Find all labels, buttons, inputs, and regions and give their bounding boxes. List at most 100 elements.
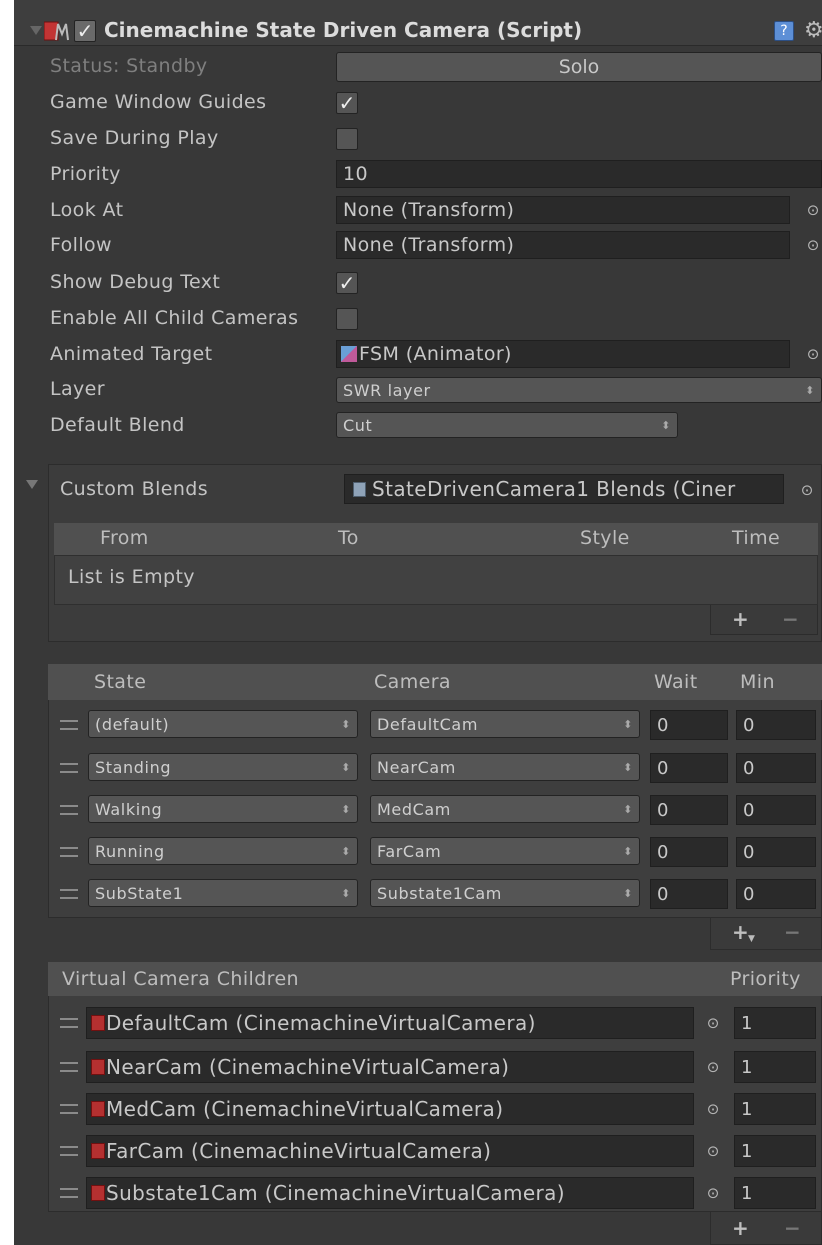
help-book-icon[interactable]: ?	[774, 21, 794, 41]
game-window-guides-checkbox[interactable]: ✓	[336, 92, 358, 114]
child-camera-picker-icon[interactable]: ⊙	[704, 1058, 722, 1076]
child-priority-input[interactable]: 1	[734, 1177, 816, 1209]
camera-dropdown[interactable]: NearCam ⬍	[370, 753, 640, 781]
look-at-picker-icon[interactable]: ⊙	[804, 201, 822, 219]
children-remove-button[interactable]: −	[784, 1216, 801, 1240]
wait-input[interactable]: 0	[650, 879, 728, 909]
wait-input[interactable]: 0	[650, 837, 728, 867]
child-priority-value: 1	[741, 1098, 753, 1120]
child-camera-picker-icon[interactable]: ⊙	[704, 1142, 722, 1160]
col-state: State	[94, 671, 147, 693]
children-footer	[710, 1212, 822, 1245]
child-camera-row: DefaultCam (CinemachineVirtualCamera) ⊙ …	[48, 1005, 822, 1041]
child-camera-row: MedCam (CinemachineVirtualCamera) ⊙ 1	[48, 1091, 822, 1127]
col-min: Min	[740, 671, 775, 693]
state-dropdown[interactable]: SubState1 ⬍	[88, 879, 358, 907]
dropdown-arrows-icon: ⬍	[623, 760, 633, 774]
child-priority-input[interactable]: 1	[734, 1051, 816, 1083]
state-value: Walking	[95, 799, 163, 819]
child-priority-value: 1	[741, 1056, 753, 1078]
state-value: Standing	[95, 757, 172, 777]
drag-handle-icon[interactable]	[60, 1104, 78, 1114]
child-camera-field[interactable]: DefaultCam (CinemachineVirtualCamera)	[86, 1007, 694, 1039]
drag-handle-icon[interactable]	[60, 1188, 78, 1198]
instructions-footer	[710, 918, 822, 950]
child-priority-input[interactable]: 1	[734, 1135, 816, 1167]
wait-input[interactable]: 0	[650, 753, 728, 783]
child-priority-input[interactable]: 1	[734, 1007, 816, 1039]
col-time: Time	[732, 527, 781, 549]
show-debug-text-label: Show Debug Text	[50, 271, 221, 293]
child-camera-picker-icon[interactable]: ⊙	[704, 1184, 722, 1202]
camera-dropdown[interactable]: FarCam ⬍	[370, 837, 640, 865]
child-camera-field[interactable]: NearCam (CinemachineVirtualCamera)	[86, 1051, 694, 1083]
dropdown-arrows-icon: ⬍	[623, 717, 633, 731]
save-during-play-checkbox[interactable]	[336, 128, 358, 150]
drag-handle-icon[interactable]	[60, 805, 78, 815]
camera-dropdown[interactable]: DefaultCam ⬍	[370, 710, 640, 738]
priority-input[interactable]: 10	[336, 160, 822, 188]
instructions-remove-button[interactable]: −	[784, 920, 801, 944]
gear-icon[interactable]: ⚙	[804, 18, 822, 43]
show-debug-text-checkbox[interactable]: ✓	[336, 272, 358, 294]
animated-target-picker-icon[interactable]: ⊙	[804, 345, 822, 363]
component-enabled-checkbox[interactable]: ✓	[74, 20, 96, 42]
look-at-field[interactable]: None (Transform)	[336, 196, 790, 224]
custom-blends-asset-field[interactable]: StateDrivenCamera1 Blends (Ciner	[344, 474, 784, 504]
drag-handle-icon[interactable]	[60, 847, 78, 857]
min-input[interactable]: 0	[736, 879, 816, 909]
drag-handle-icon[interactable]	[60, 889, 78, 899]
wait-value: 0	[657, 841, 669, 863]
blends-remove-button[interactable]: −	[782, 607, 799, 631]
dropdown-arrows-icon: ⬍	[341, 886, 351, 900]
min-input[interactable]: 0	[736, 710, 816, 740]
dropdown-arrows-icon: ⬍	[623, 886, 633, 900]
min-input[interactable]: 0	[736, 753, 816, 783]
wait-value: 0	[657, 757, 669, 779]
cinemachine-icon	[91, 1143, 105, 1159]
child-camera-picker-icon[interactable]: ⊙	[704, 1100, 722, 1118]
enable-all-child-cameras-checkbox[interactable]	[336, 308, 358, 330]
drag-handle-icon[interactable]	[60, 763, 78, 773]
dropdown-arrows-icon: ⬍	[661, 418, 671, 432]
follow-picker-icon[interactable]: ⊙	[804, 236, 822, 254]
default-blend-dropdown[interactable]: Cut ⬍	[336, 412, 678, 438]
state-dropdown[interactable]: (default) ⬍	[88, 710, 358, 738]
min-input[interactable]: 0	[736, 795, 816, 825]
default-blend-label: Default Blend	[50, 414, 185, 436]
state-dropdown[interactable]: Running ⬍	[88, 837, 358, 865]
drag-handle-icon[interactable]	[60, 1146, 78, 1156]
child-camera-field[interactable]: FarCam (CinemachineVirtualCamera)	[86, 1135, 694, 1167]
dropdown-arrows-icon: ⬍	[623, 844, 633, 858]
min-input[interactable]: 0	[736, 837, 816, 867]
animated-target-field[interactable]: FSM (Animator)	[336, 340, 790, 368]
foldout-triangle-icon[interactable]	[30, 26, 42, 35]
child-camera-name: Substate1Cam (CinemachineVirtualCamera)	[106, 1181, 566, 1205]
custom-blends-picker-icon[interactable]: ⊙	[798, 481, 816, 499]
layer-dropdown[interactable]: SWR layer ⬍	[336, 377, 822, 403]
solo-button[interactable]: Solo	[336, 52, 822, 82]
min-value: 0	[743, 799, 755, 821]
child-camera-picker-icon[interactable]: ⊙	[704, 1014, 722, 1032]
wait-input[interactable]: 0	[650, 795, 728, 825]
drag-handle-icon[interactable]	[60, 1018, 78, 1028]
wait-input[interactable]: 0	[650, 710, 728, 740]
state-dropdown[interactable]: Walking ⬍	[88, 795, 358, 823]
camera-dropdown[interactable]: Substate1Cam ⬍	[370, 879, 640, 907]
drag-handle-icon[interactable]	[60, 720, 78, 730]
custom-blends-foldout-icon[interactable]	[26, 480, 38, 489]
children-add-button[interactable]: +	[732, 1216, 749, 1240]
priority-value: 10	[343, 163, 368, 185]
drag-handle-icon[interactable]	[60, 1062, 78, 1072]
child-camera-field[interactable]: MedCam (CinemachineVirtualCamera)	[86, 1093, 694, 1125]
child-camera-name: FarCam (CinemachineVirtualCamera)	[106, 1139, 492, 1163]
follow-label: Follow	[50, 234, 112, 256]
instructions-add-button[interactable]: +	[732, 920, 749, 944]
blends-add-button[interactable]: +	[732, 607, 749, 631]
state-value: Running	[95, 841, 165, 861]
child-camera-field[interactable]: Substate1Cam (CinemachineVirtualCamera)	[86, 1177, 694, 1209]
camera-dropdown[interactable]: MedCam ⬍	[370, 795, 640, 823]
follow-field[interactable]: None (Transform)	[336, 231, 790, 259]
state-dropdown[interactable]: Standing ⬍	[88, 753, 358, 781]
child-priority-input[interactable]: 1	[734, 1093, 816, 1125]
